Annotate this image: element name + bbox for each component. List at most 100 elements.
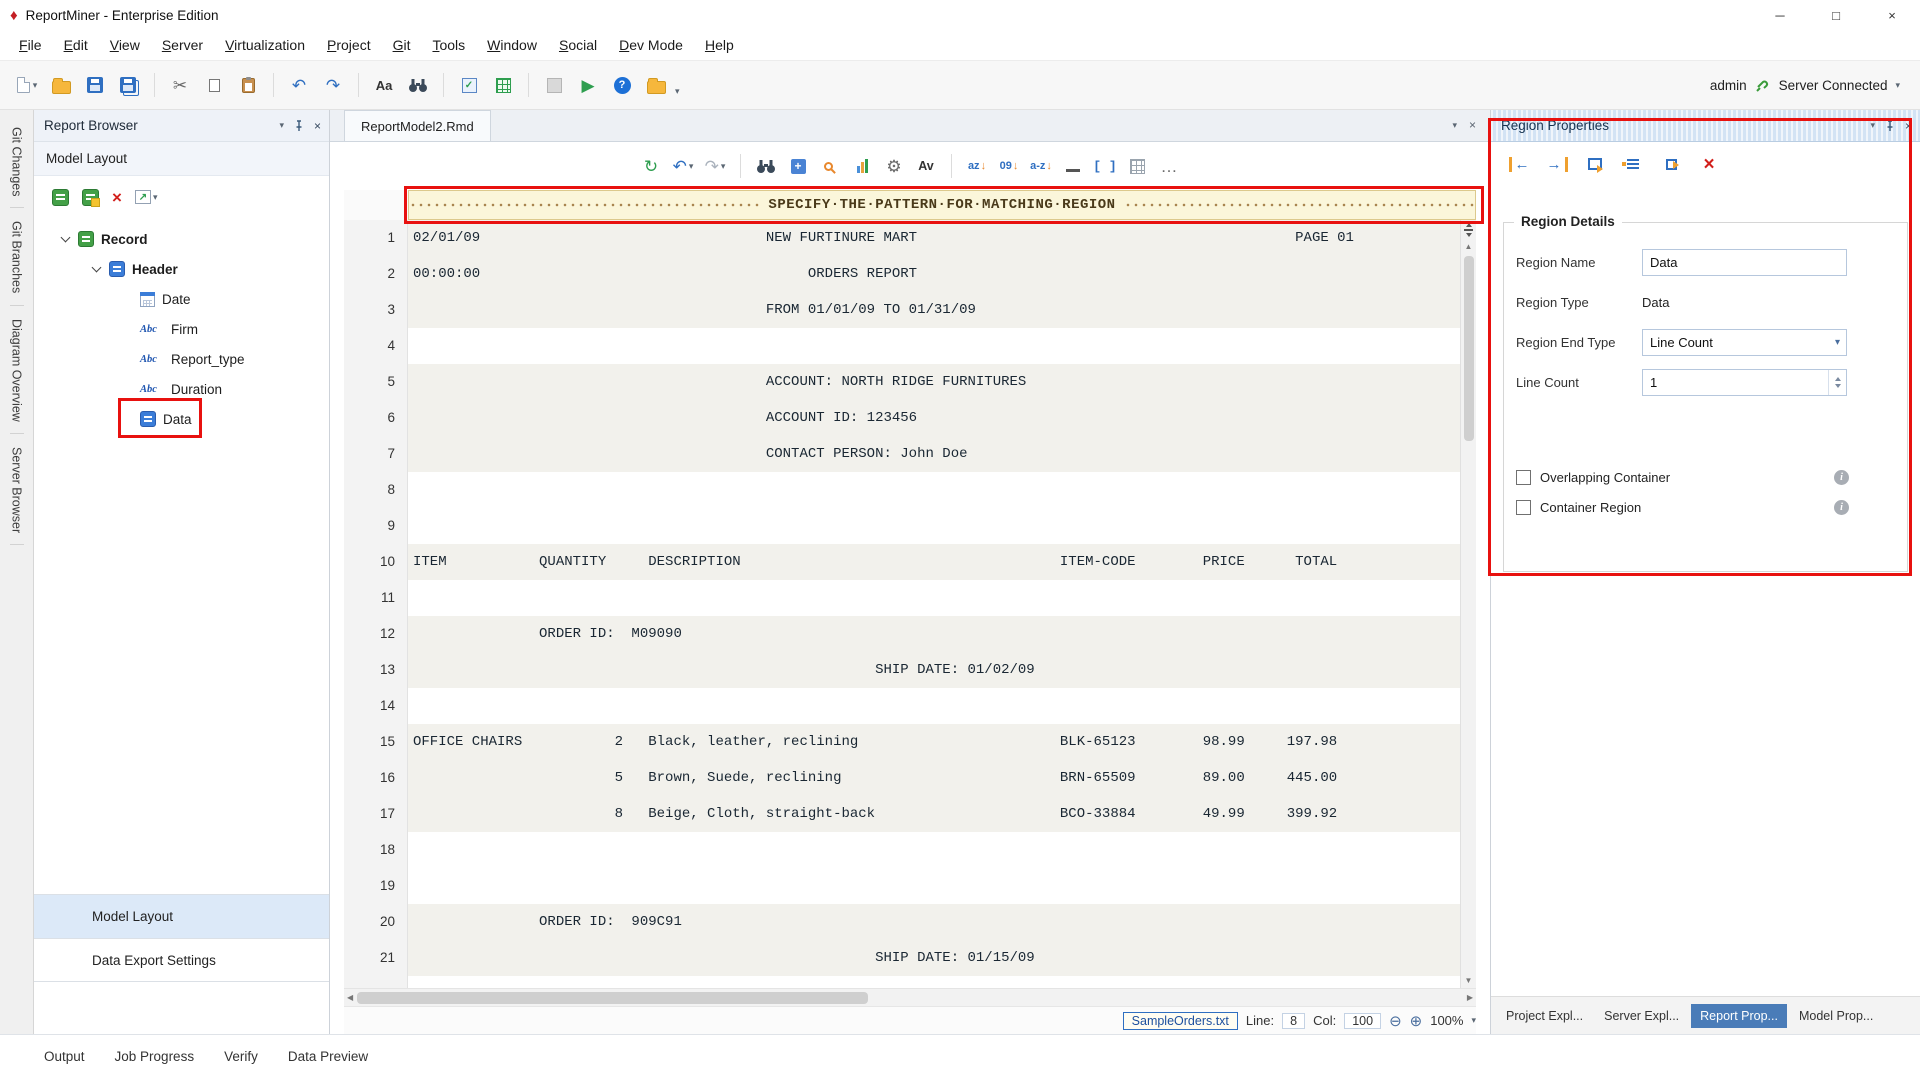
reorder-fields-button[interactable] <box>1621 152 1645 176</box>
report-line[interactable]: ITEM QUANTITY DESCRIPTION ITEM-CODE PRIC… <box>408 544 1460 580</box>
report-line[interactable]: ORDER ID: M09090 <box>408 616 1460 652</box>
report-line[interactable]: ORDER ID: 909C91 <box>408 904 1460 940</box>
overlapping-container-checkbox[interactable] <box>1516 470 1531 485</box>
menu-git[interactable]: Git <box>382 33 422 57</box>
vertical-scroll-thumb[interactable] <box>1464 256 1474 441</box>
scroll-right-icon[interactable]: ▶ <box>1467 991 1473 1005</box>
new-dropdown-icon[interactable]: ▾ <box>33 80 38 91</box>
menu-window[interactable]: Window <box>476 33 548 57</box>
dock-tab-project-expl[interactable]: Project Expl... <box>1497 1004 1592 1028</box>
manage-patterns-button[interactable]: + <box>785 153 811 179</box>
zoom-out-icon[interactable]: ⊖ <box>1389 1012 1402 1030</box>
current-file-badge[interactable]: SampleOrders.txt <box>1123 1012 1238 1030</box>
report-line[interactable]: SHIP DATE: 01/02/09 <box>408 652 1460 688</box>
horizontal-scrollbar[interactable]: ◀ ▶ <box>344 988 1476 1006</box>
report-line[interactable]: OFFICE CHAIRS 2 Black, leather, reclinin… <box>408 724 1460 760</box>
sort-mixed-button[interactable]: a-z↓ <box>1028 153 1054 179</box>
statistics-button[interactable] <box>849 153 875 179</box>
auto-create-fields-button[interactable]: ⚙ <box>881 153 907 179</box>
panel-close-icon[interactable]: × <box>314 119 321 133</box>
report-text-area[interactable]: 02/01/09 NEW FURTINURE MART PAGE 0100:00… <box>408 220 1460 988</box>
deploy-button[interactable] <box>539 69 569 101</box>
close-button[interactable]: × <box>1864 0 1920 30</box>
report-line[interactable]: ACCOUNT ID: 123456 <box>408 400 1460 436</box>
menu-help[interactable]: Help <box>694 33 745 57</box>
panel-menu-icon[interactable]: ▾ <box>279 120 284 131</box>
panel-close-icon[interactable]: × <box>1905 119 1912 133</box>
bottom-tab-job-progress[interactable]: Job Progress <box>115 1049 195 1064</box>
find-button[interactable] <box>403 69 433 101</box>
report-line[interactable] <box>408 472 1460 508</box>
redo-button[interactable]: ↷ <box>318 69 348 101</box>
region-name-input[interactable] <box>1642 249 1847 276</box>
dock-tab-model-prop[interactable]: Model Prop... <box>1790 1004 1882 1028</box>
export-model-button[interactable] <box>488 69 518 101</box>
side-tab-diagram-overview[interactable]: Diagram Overview <box>10 306 24 434</box>
tree-node-firm[interactable]: AbcFirm <box>34 314 329 344</box>
tree-node-record[interactable]: Record <box>34 224 329 254</box>
undo-button[interactable]: ↶ <box>284 69 314 101</box>
pin-icon[interactable] <box>1884 120 1896 132</box>
report-line[interactable] <box>408 688 1460 724</box>
line-count-spinner[interactable]: 1 <box>1642 369 1847 396</box>
document-tab[interactable]: ReportModel2.Rmd <box>344 110 491 141</box>
zoom-level[interactable]: 100% <box>1430 1013 1463 1028</box>
report-line[interactable]: 02/01/09 NEW FURTINURE MART PAGE 01 <box>408 220 1460 256</box>
dock-tab-report-prop[interactable]: Report Prop... <box>1691 1004 1787 1028</box>
next-region-button[interactable]: → <box>1545 152 1569 176</box>
project-folder-button[interactable] <box>641 69 671 101</box>
tree-node-header[interactable]: Header <box>34 254 329 284</box>
report-line[interactable] <box>408 868 1460 904</box>
spinner-arrows[interactable] <box>1828 370 1846 395</box>
report-line[interactable]: ACCOUNT: NORTH RIDGE FURNITURES <box>408 364 1460 400</box>
more-tools-button[interactable]: … <box>1156 153 1182 179</box>
bottom-tab-output[interactable]: Output <box>44 1049 85 1064</box>
copy-button[interactable] <box>199 69 229 101</box>
report-line[interactable] <box>408 508 1460 544</box>
sort-alpha-button[interactable]: az↓ <box>964 153 990 179</box>
side-tab-server-browser[interactable]: Server Browser <box>10 434 24 545</box>
toolbar-overflow-icon[interactable]: ▾ <box>675 86 680 97</box>
menu-file[interactable]: File <box>8 33 53 57</box>
whitespace-button[interactable] <box>1060 153 1086 179</box>
expander-icon[interactable] <box>61 233 71 243</box>
chevron-down-icon[interactable]: ▾ <box>1835 337 1846 348</box>
menu-virtualization[interactable]: Virtualization <box>214 33 316 57</box>
report-line[interactable]: 5 Brown, Suede, reclining BRN-65509 89.0… <box>408 760 1460 796</box>
new-button[interactable]: ▾ <box>12 69 42 101</box>
region-end-type-select[interactable]: Line Count ▾ <box>1642 329 1847 356</box>
report-line[interactable]: FROM 01/01/09 TO 01/31/09 <box>408 292 1460 328</box>
horizontal-scroll-thumb[interactable] <box>357 992 867 1004</box>
menu-tools[interactable]: Tools <box>421 33 476 57</box>
tree-node-duration[interactable]: AbcDuration <box>34 374 329 404</box>
help-button[interactable]: ? <box>607 69 637 101</box>
report-line[interactable]: SHIP DATE: 01/15/09 <box>408 940 1460 976</box>
expander-icon[interactable] <box>92 263 102 273</box>
doc-undo-button[interactable]: ↶▾ <box>670 153 696 179</box>
paste-button[interactable] <box>233 69 263 101</box>
document-close-icon[interactable]: × <box>1469 118 1476 132</box>
save-all-button[interactable] <box>114 69 144 101</box>
menu-edit[interactable]: Edit <box>53 33 99 57</box>
add-data-region-button[interactable] <box>52 189 69 206</box>
report-line[interactable]: CONTACT PERSON: John Doe <box>408 436 1460 472</box>
refresh-button[interactable]: ↻ <box>638 153 664 179</box>
pattern-bar[interactable]: SPECIFY·THE·PATTERN·FOR·MATCHING·REGION <box>408 190 1476 220</box>
bottom-tab-verify[interactable]: Verify <box>224 1049 258 1064</box>
dock-tab-server-expl[interactable]: Server Expl... <box>1595 1004 1688 1028</box>
data-export-settings-button[interactable]: Data Export Settings <box>34 938 329 982</box>
menu-social[interactable]: Social <box>548 33 608 57</box>
add-collection-region-button[interactable] <box>82 189 99 206</box>
sort-numeric-button[interactable]: 09↓ <box>996 153 1022 179</box>
move-region-button[interactable] <box>1659 152 1683 176</box>
redo-dropdown-icon[interactable]: ▾ <box>721 161 726 172</box>
vertical-scrollbar[interactable]: ▲ ▼ <box>1460 220 1476 988</box>
report-line[interactable] <box>408 580 1460 616</box>
run-button[interactable]: ▶ <box>573 69 603 101</box>
zoom-in-icon[interactable]: ⊕ <box>1410 1012 1423 1030</box>
previous-region-button[interactable]: ← <box>1507 152 1531 176</box>
report-line[interactable]: 8 Beige, Cloth, straight-back BCO-33884 … <box>408 796 1460 832</box>
font-button[interactable]: Aa <box>369 69 399 101</box>
container-region-checkbox[interactable] <box>1516 500 1531 515</box>
goto-container-button[interactable] <box>1583 152 1607 176</box>
